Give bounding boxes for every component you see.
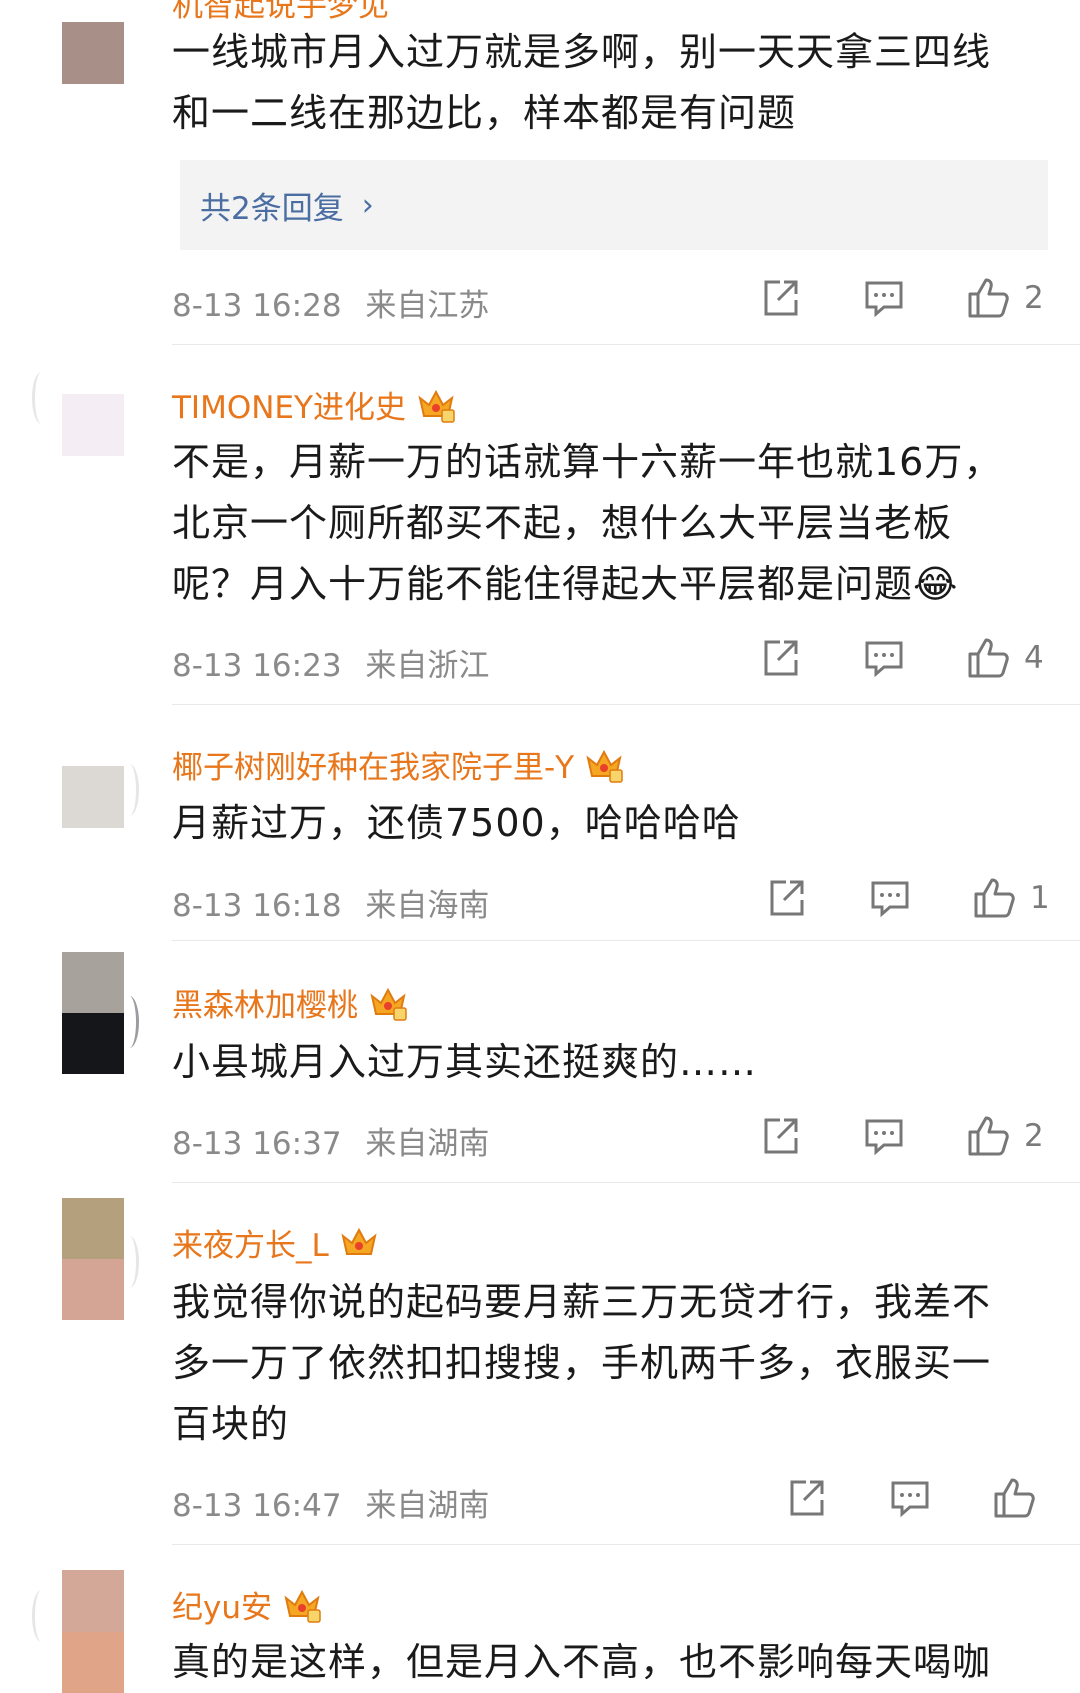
comment-icon [871,881,909,918]
like-count: 4 [1024,640,1044,676]
divider [172,704,1080,705]
like-icon [974,878,1015,918]
comment-meta: 8-13 16:28 来自江苏 [172,280,489,325]
like-button[interactable]: 2 [966,276,1044,320]
comment-text: 我觉得你说的起码要月薪三万无贷才行，我差不 多一万了依然扣扣搜搜，手机两千多，衣… [172,1280,992,1446]
comment-location: 来自江苏 [365,288,490,324]
comment-button[interactable] [862,636,906,680]
comment-meta: 8-13 16:37 来自湖南 [172,1118,489,1163]
replies-label: 共2条回复 [200,190,344,227]
avatar[interactable] [62,766,124,828]
comment-meta: 8-13 16:23 来自浙江 [172,640,489,685]
like-button[interactable]: 4 [966,636,1044,680]
like-icon [968,1116,1009,1156]
comment-time: 8-13 16:47 [172,1488,342,1524]
comment-icon [865,281,903,318]
share-button[interactable] [758,1114,802,1158]
username-label: 纪yu安 [172,1590,272,1626]
like-count: 1 [1030,880,1050,916]
like-button[interactable] [992,1476,1036,1520]
comment-icon [865,641,903,678]
comment-meta: 8-13 16:47 来自湖南 [172,1480,489,1525]
comment-button[interactable] [862,276,906,320]
like-button[interactable]: 1 [972,876,1050,920]
username[interactable]: 来夜方长_L [172,1220,379,1265]
comment-text: 不是，月薪一万的话就算十六薪一年也就16万， 北京一个厕所都买不起，想什么大平层… [172,440,1003,606]
divider [172,1182,1080,1183]
divider [172,940,1080,941]
username-label: 来夜方长_L [172,1228,329,1264]
username-label: 椰子树刚好种在我家院子里-Y [172,750,575,786]
username-label: TIMONEY进化史 [172,390,406,426]
comment-time: 8-13 16:37 [172,1126,342,1162]
vip-crown-icon [284,1589,321,1623]
avatar[interactable] [62,1570,124,1693]
comment-button[interactable] [862,1114,906,1158]
share-button[interactable] [758,276,802,320]
comment-text: 一线城市月入过万就是多啊，别一天天拿三四线 和一二线在那边比，样本都是有问题 [172,30,992,135]
avatar-ring [32,372,51,424]
comment-icon [891,1481,929,1518]
like-icon [994,1478,1035,1518]
like-button[interactable]: 2 [966,1114,1044,1158]
chevron-right-icon: › [361,187,374,223]
avatar[interactable] [62,22,124,84]
avatar[interactable] [62,952,124,1074]
comment-text: 真的是这样，但是月入不高，也不影响每天喝咖 [172,1640,992,1684]
comment-time: 8-13 16:18 [172,888,342,924]
avatar-ring [32,1590,51,1642]
comment-text: 月薪过万，还债7500，哈哈哈哈 [172,801,741,845]
comment-meta: 8-13 16:18 来自海南 [172,880,489,925]
avatar[interactable] [62,1198,124,1320]
comment-text: 小县城月入过万其实还挺爽的…… [172,1040,758,1084]
comment-time: 8-13 16:28 [172,288,342,324]
comment-button[interactable] [868,876,912,920]
divider [172,1544,1080,1545]
share-icon [770,880,804,916]
share-button[interactable] [758,636,802,680]
username[interactable]: 椰子树刚好种在我家院子里-Y [172,742,624,787]
like-icon [968,638,1009,678]
comment-icon [865,1119,903,1156]
share-button[interactable] [764,876,808,920]
comment-button[interactable] [888,1476,932,1520]
replies-link[interactable]: 共2条回复 › [180,160,1048,250]
comment-location: 来自湖南 [365,1126,490,1162]
comment-location: 来自湖南 [365,1488,490,1524]
vip-crown-icon [341,1227,377,1255]
like-icon [968,278,1009,318]
comment-location: 来自浙江 [365,648,490,684]
comment-time: 8-13 16:23 [172,648,342,684]
vip-crown-icon [418,389,455,423]
share-icon [764,280,798,316]
avatar[interactable] [62,394,124,456]
divider [172,344,1080,345]
username[interactable]: 黑森林加樱桃 [172,980,408,1025]
username[interactable]: TIMONEY进化史 [172,382,456,427]
share-button[interactable] [784,1476,828,1520]
username[interactable]: 纪yu安 [172,1582,322,1627]
vip-crown-icon [370,987,407,1021]
vip-crown-icon [586,749,623,783]
username-label: 黑森林加樱桃 [172,988,358,1024]
share-icon [764,640,798,676]
like-count: 2 [1024,1118,1044,1154]
share-icon [790,1480,824,1516]
like-count: 2 [1024,280,1044,316]
comment-location: 来自海南 [365,888,490,924]
share-icon [764,1118,798,1154]
